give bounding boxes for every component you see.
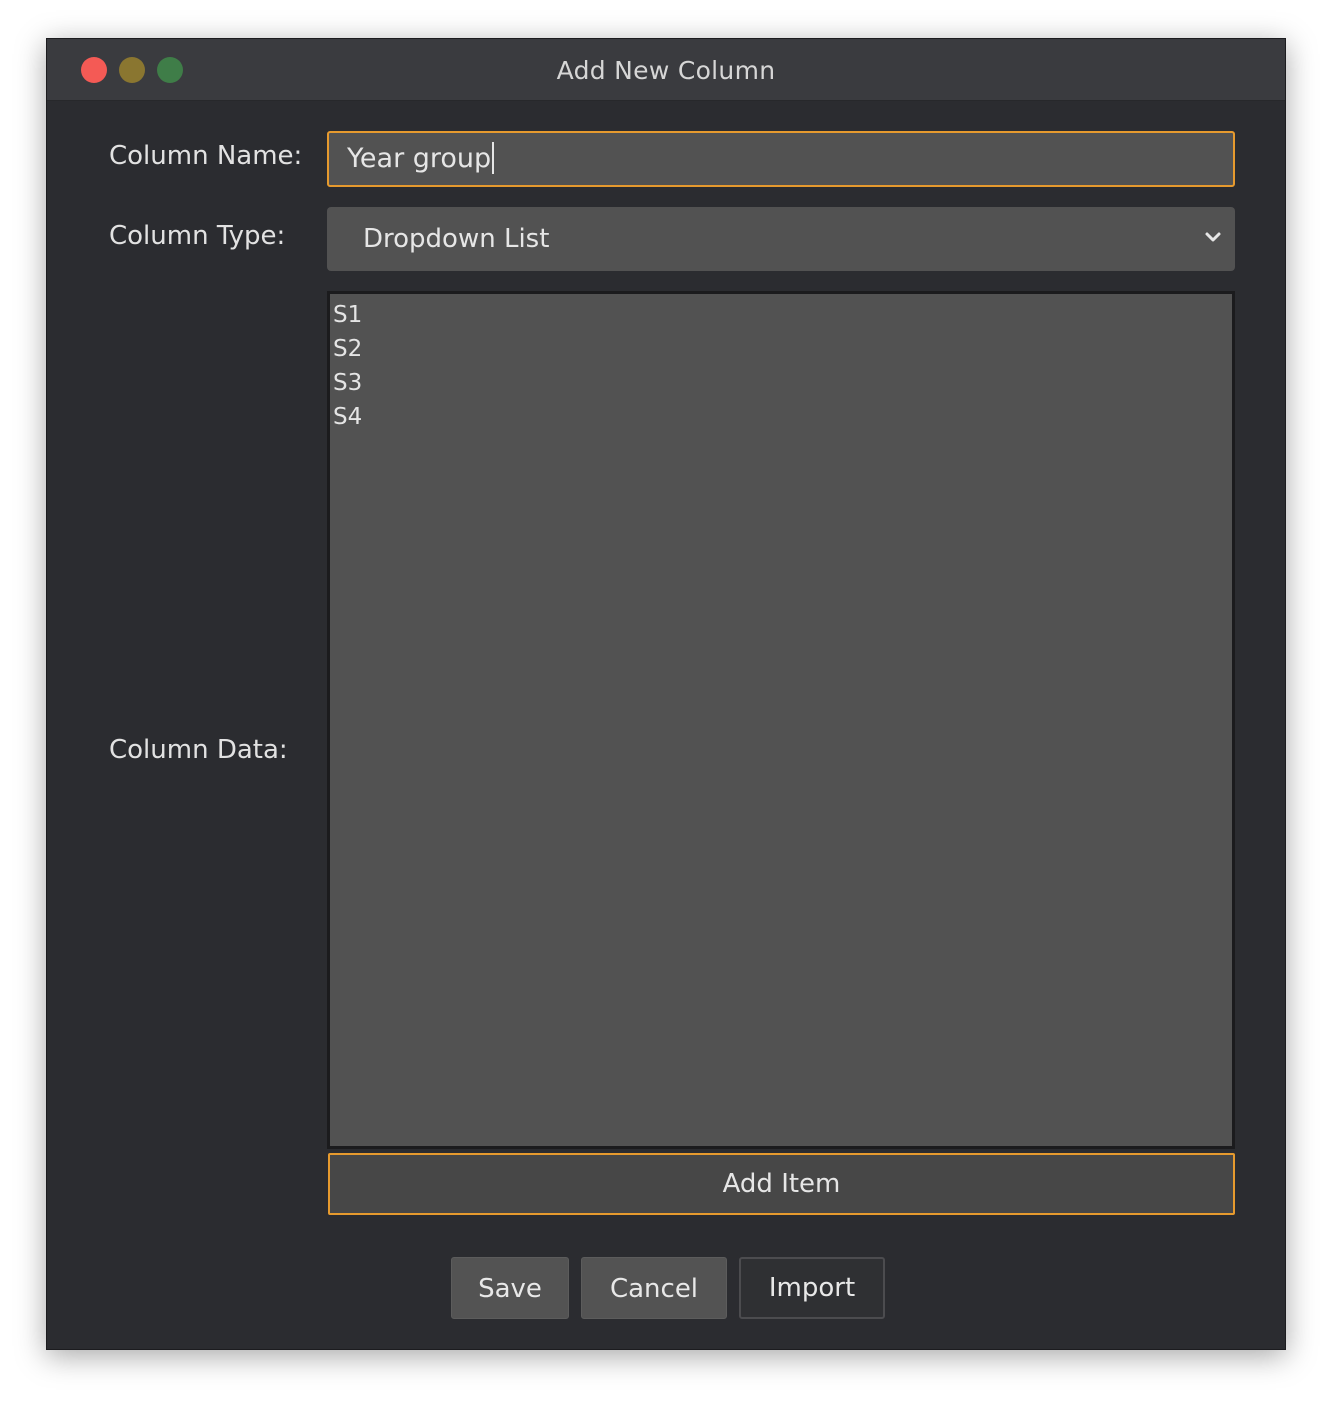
column-type-select[interactable]: Dropdown List <box>327 207 1235 271</box>
add-item-button[interactable]: Add Item <box>328 1153 1235 1215</box>
import-button[interactable]: Import <box>739 1257 885 1319</box>
column-data-label: Column Data: <box>109 735 288 765</box>
column-data-list[interactable]: S1 S2 S3 S4 <box>327 291 1235 1149</box>
save-button[interactable]: Save <box>451 1257 569 1319</box>
cancel-button[interactable]: Cancel <box>581 1257 727 1319</box>
chevron-down-icon <box>1205 232 1221 242</box>
column-name-input[interactable]: Year group <box>327 131 1235 187</box>
window-title: Add New Column <box>556 56 776 85</box>
column-name-label: Column Name: <box>109 141 303 171</box>
add-new-column-dialog: Add New Column Column Name: Year group C… <box>46 38 1286 1350</box>
list-item[interactable]: S1 <box>333 298 1232 332</box>
title-bar[interactable]: Add New Column <box>47 39 1285 101</box>
text-caret <box>492 141 495 174</box>
list-item[interactable]: S4 <box>333 400 1232 434</box>
column-name-value: Year group <box>347 143 492 174</box>
list-item[interactable]: S2 <box>333 332 1232 366</box>
list-item[interactable]: S3 <box>333 366 1232 400</box>
column-type-label: Column Type: <box>109 221 286 251</box>
column-type-selected-value: Dropdown List <box>363 224 550 254</box>
